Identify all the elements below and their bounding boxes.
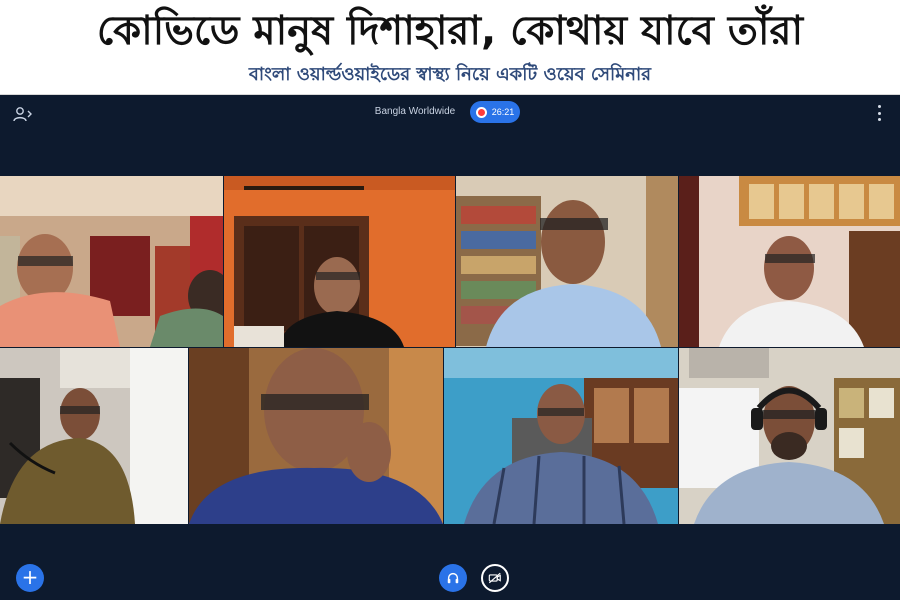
record-icon	[475, 106, 487, 118]
video-tile-4[interactable]	[679, 176, 900, 347]
recording-timer: 26:21	[491, 107, 515, 117]
subheadline: বাংলা ওয়ার্ল্ডওয়াইডের স্বাস্থ্য নিয়ে …	[248, 64, 652, 85]
more-vertical-icon[interactable]	[872, 105, 886, 121]
video-tile-3[interactable]	[456, 176, 678, 347]
participant-video	[0, 348, 188, 524]
video-off-icon[interactable]	[481, 564, 509, 592]
add-participant-button[interactable]: +	[16, 564, 44, 592]
meeting-window: Bangla Worldwide 26:21 +	[0, 95, 900, 600]
participant-video	[224, 176, 455, 347]
meeting-top-bar: Bangla Worldwide 26:21	[0, 95, 900, 131]
recording-timer-button[interactable]: 26:21	[470, 101, 520, 123]
meeting-title: Bangla Worldwide	[374, 106, 456, 117]
participant-video	[0, 176, 223, 347]
headphones-icon[interactable]	[439, 564, 467, 592]
participant-video	[679, 348, 900, 524]
video-tile-5[interactable]	[0, 348, 188, 524]
participants-icon[interactable]	[12, 105, 34, 123]
participant-video	[679, 176, 900, 347]
headline: কোভিডে মানুষ দিশাহারা, কোথায় যাবে তাঁরা	[96, 8, 804, 54]
participant-video	[456, 176, 678, 347]
video-tile-6[interactable]	[189, 348, 443, 524]
video-tile-2[interactable]	[224, 176, 455, 347]
video-tile-8[interactable]	[679, 348, 900, 524]
participant-video	[189, 348, 443, 524]
header-banner: কোভিডে মানুষ দিশাহারা, কোথায় যাবে তাঁরা…	[0, 0, 900, 95]
video-tile-7[interactable]	[444, 348, 678, 524]
video-tile-1[interactable]	[0, 176, 223, 347]
participant-video	[444, 348, 678, 524]
